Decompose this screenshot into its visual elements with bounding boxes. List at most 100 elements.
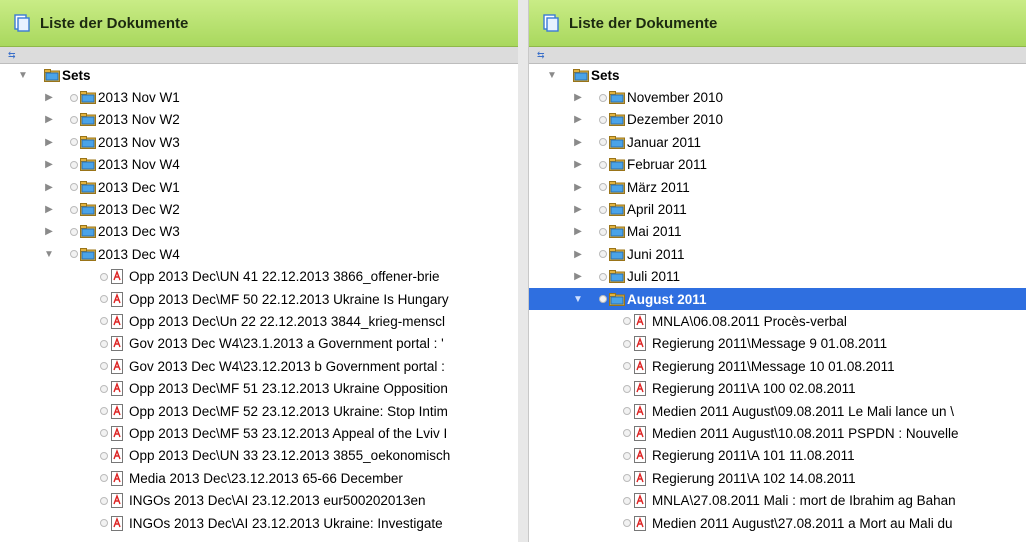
tree-folder-item[interactable]: ▶ Februar 2011 [529,154,1026,176]
pdf-document-icon [634,313,646,329]
tree-document-item[interactable]: INGOs 2013 Dec\AI 23.12.2013 eur50020201… [0,489,518,511]
link-icon[interactable]: ⇆ [537,51,547,60]
status-dot-icon [100,384,108,393]
tree-folder-item[interactable]: ▶ April 2011 [529,198,1026,220]
tree-folder-item[interactable]: ▶ 2013 Nov W3 [0,131,518,153]
link-icon[interactable]: ⇆ [8,51,18,60]
pdf-document-icon [111,425,123,441]
document-label: Gov 2013 Dec W4\23.1.2013 a Government p… [129,336,444,352]
folder-set-icon [80,225,96,239]
tree-folder-item[interactable]: ▶ Mai 2011 [529,221,1026,243]
pdf-document-icon [634,336,646,352]
tree-document-item[interactable]: Opp 2013 Dec\UN 41 22.12.2013 3866_offen… [0,266,518,288]
tree-document-item[interactable]: MNLA\27.08.2011 Mali : mort de Ibrahim a… [529,489,1026,511]
document-label: Opp 2013 Dec\MF 52 23.12.2013 Ukraine: S… [129,403,448,419]
document-label: Regierung 2011\A 100 02.08.2011 [652,381,856,397]
tree-folder-item[interactable]: ▶ 2013 Nov W2 [0,109,518,131]
status-dot-icon [70,205,78,214]
disclosure-collapsed-icon[interactable]: ▶ [573,137,583,148]
tree-folder-item[interactable]: ▼ August 2011 [529,287,1026,311]
disclosure-collapsed-icon[interactable]: ▶ [573,249,583,260]
status-dot-icon [100,295,108,304]
tree-document-item[interactable]: Medien 2011 August\10.08.2011 PSPDN : No… [529,422,1026,444]
status-dot-icon [623,474,631,483]
tree-document-item[interactable]: Media 2013 Dec\23.12.2013 65-66 December [0,467,518,489]
tree-root-sets[interactable]: ▼ Sets [529,64,1026,86]
folder-set-icon [609,292,625,306]
tree-document-item[interactable]: MNLA\06.08.2011 Procès-verbal [529,310,1026,332]
tree-document-item[interactable]: Regierung 2011\Message 9 01.08.2011 [529,333,1026,355]
status-dot-icon [70,250,78,259]
pdf-document-icon [111,336,123,352]
tree-folder-item[interactable]: ▶ Juni 2011 [529,243,1026,265]
tree-folder-item[interactable]: ▼ 2013 Dec W4 [0,243,518,265]
disclosure-collapsed-icon[interactable]: ▶ [573,159,583,170]
panel-title: Liste der Dokumente [569,14,718,32]
folder-set-icon [609,158,625,172]
disclosure-collapsed-icon[interactable]: ▶ [44,92,54,103]
status-dot-icon [70,227,78,236]
disclosure-expanded-icon[interactable]: ▼ [573,294,583,305]
tree-document-item[interactable]: Opp 2013 Dec\MF 50 22.12.2013 Ukraine Is… [0,288,518,310]
disclosure-collapsed-icon[interactable]: ▶ [44,159,54,170]
tree-root-sets[interactable]: ▼ Sets [0,64,518,86]
disclosure-collapsed-icon[interactable]: ▶ [44,114,54,125]
tree-folder-item[interactable]: ▶ Januar 2011 [529,131,1026,153]
tree-folder-item[interactable]: ▶ 2013 Dec W2 [0,198,518,220]
disclosure-collapsed-icon[interactable]: ▶ [573,182,583,193]
tree-document-item[interactable]: Opp 2013 Dec\UN 33 23.12.2013 3855_oekon… [0,445,518,467]
tree-document-item[interactable]: Opp 2013 Dec\MF 52 23.12.2013 Ukraine: S… [0,400,518,422]
disclosure-collapsed-icon[interactable]: ▶ [44,182,54,193]
tree-folder-item[interactable]: ▶ Juli 2011 [529,266,1026,288]
folder-label: April 2011 [627,202,687,218]
disclosure-collapsed-icon[interactable]: ▶ [44,226,54,237]
disclosure-collapsed-icon[interactable]: ▶ [573,92,583,103]
document-label: Medien 2011 August\10.08.2011 PSPDN : No… [652,425,959,441]
pdf-document-icon [634,425,646,441]
disclosure-expanded-icon[interactable]: ▼ [44,249,54,260]
status-dot-icon [599,250,607,259]
tree-document-item[interactable]: Regierung 2011\A 102 14.08.2011 [529,467,1026,489]
status-dot-icon [70,138,78,147]
status-dot-icon [599,227,607,236]
tree-document-item[interactable]: Opp 2013 Dec\MF 53 23.12.2013 Appeal of … [0,422,518,444]
status-dot-icon [599,138,607,147]
folder-set-icon [80,180,96,194]
tree-document-item[interactable]: Regierung 2011\A 101 11.08.2011 [529,445,1026,467]
tree-document-item[interactable]: INGOs 2013 Dec\AI 23.12.2013 Ukraine: In… [0,512,518,534]
tree-folder-item[interactable]: ▶ 2013 Nov W4 [0,154,518,176]
tree-document-item[interactable]: Opp 2013 Dec\Un 22 22.12.2013 3844_krieg… [0,310,518,332]
tree-document-item[interactable]: Regierung 2011\Message 10 01.08.2011 [529,355,1026,377]
disclosure-collapsed-icon[interactable]: ▶ [44,204,54,215]
disclosure-expanded-icon[interactable]: ▼ [18,70,28,81]
tree-folder-item[interactable]: ▶ März 2011 [529,176,1026,198]
status-dot-icon [623,362,631,371]
tree-folder-item[interactable]: ▶ Dezember 2010 [529,109,1026,131]
disclosure-collapsed-icon[interactable]: ▶ [573,226,583,237]
disclosure-expanded-icon[interactable]: ▼ [547,70,557,81]
tree-document-item[interactable]: Gov 2013 Dec W4\23.12.2013 b Government … [0,355,518,377]
tree-document-item[interactable]: Medien 2011 August\09.08.2011 Le Mali la… [529,400,1026,422]
tree-document-item[interactable]: Opp 2013 Dec\MF 51 23.12.2013 Ukraine Op… [0,377,518,399]
disclosure-collapsed-icon[interactable]: ▶ [573,271,583,282]
disclosure-collapsed-icon[interactable]: ▶ [44,137,54,148]
folder-label: 2013 Dec W1 [98,179,180,195]
status-dot-icon [623,339,631,348]
folder-label: November 2010 [627,90,724,106]
pdf-document-icon [111,403,123,419]
disclosure-collapsed-icon[interactable]: ▶ [573,204,583,215]
document-label: Regierung 2011\A 102 14.08.2011 [652,470,856,486]
tree-folder-item[interactable]: ▶ 2013 Dec W1 [0,176,518,198]
disclosure-collapsed-icon[interactable]: ▶ [573,114,583,125]
pdf-document-icon [634,470,646,486]
panel-title: Liste der Dokumente [40,14,189,32]
document-label: Regierung 2011\A 101 11.08.2011 [652,448,855,464]
folder-label: Juli 2011 [627,269,681,285]
tree-folder-item[interactable]: ▶ 2013 Nov W1 [0,86,518,108]
tree-document-item[interactable]: Medien 2011 August\27.08.2011 a Mort au … [529,512,1026,534]
tree-folder-item[interactable]: ▶ 2013 Dec W3 [0,221,518,243]
tree-document-item[interactable]: Regierung 2011\A 100 02.08.2011 [529,377,1026,399]
tree-document-item[interactable]: Gov 2013 Dec W4\23.1.2013 a Government p… [0,333,518,355]
tree-folder-item[interactable]: ▶ November 2010 [529,86,1026,108]
folder-set-icon [44,68,60,82]
